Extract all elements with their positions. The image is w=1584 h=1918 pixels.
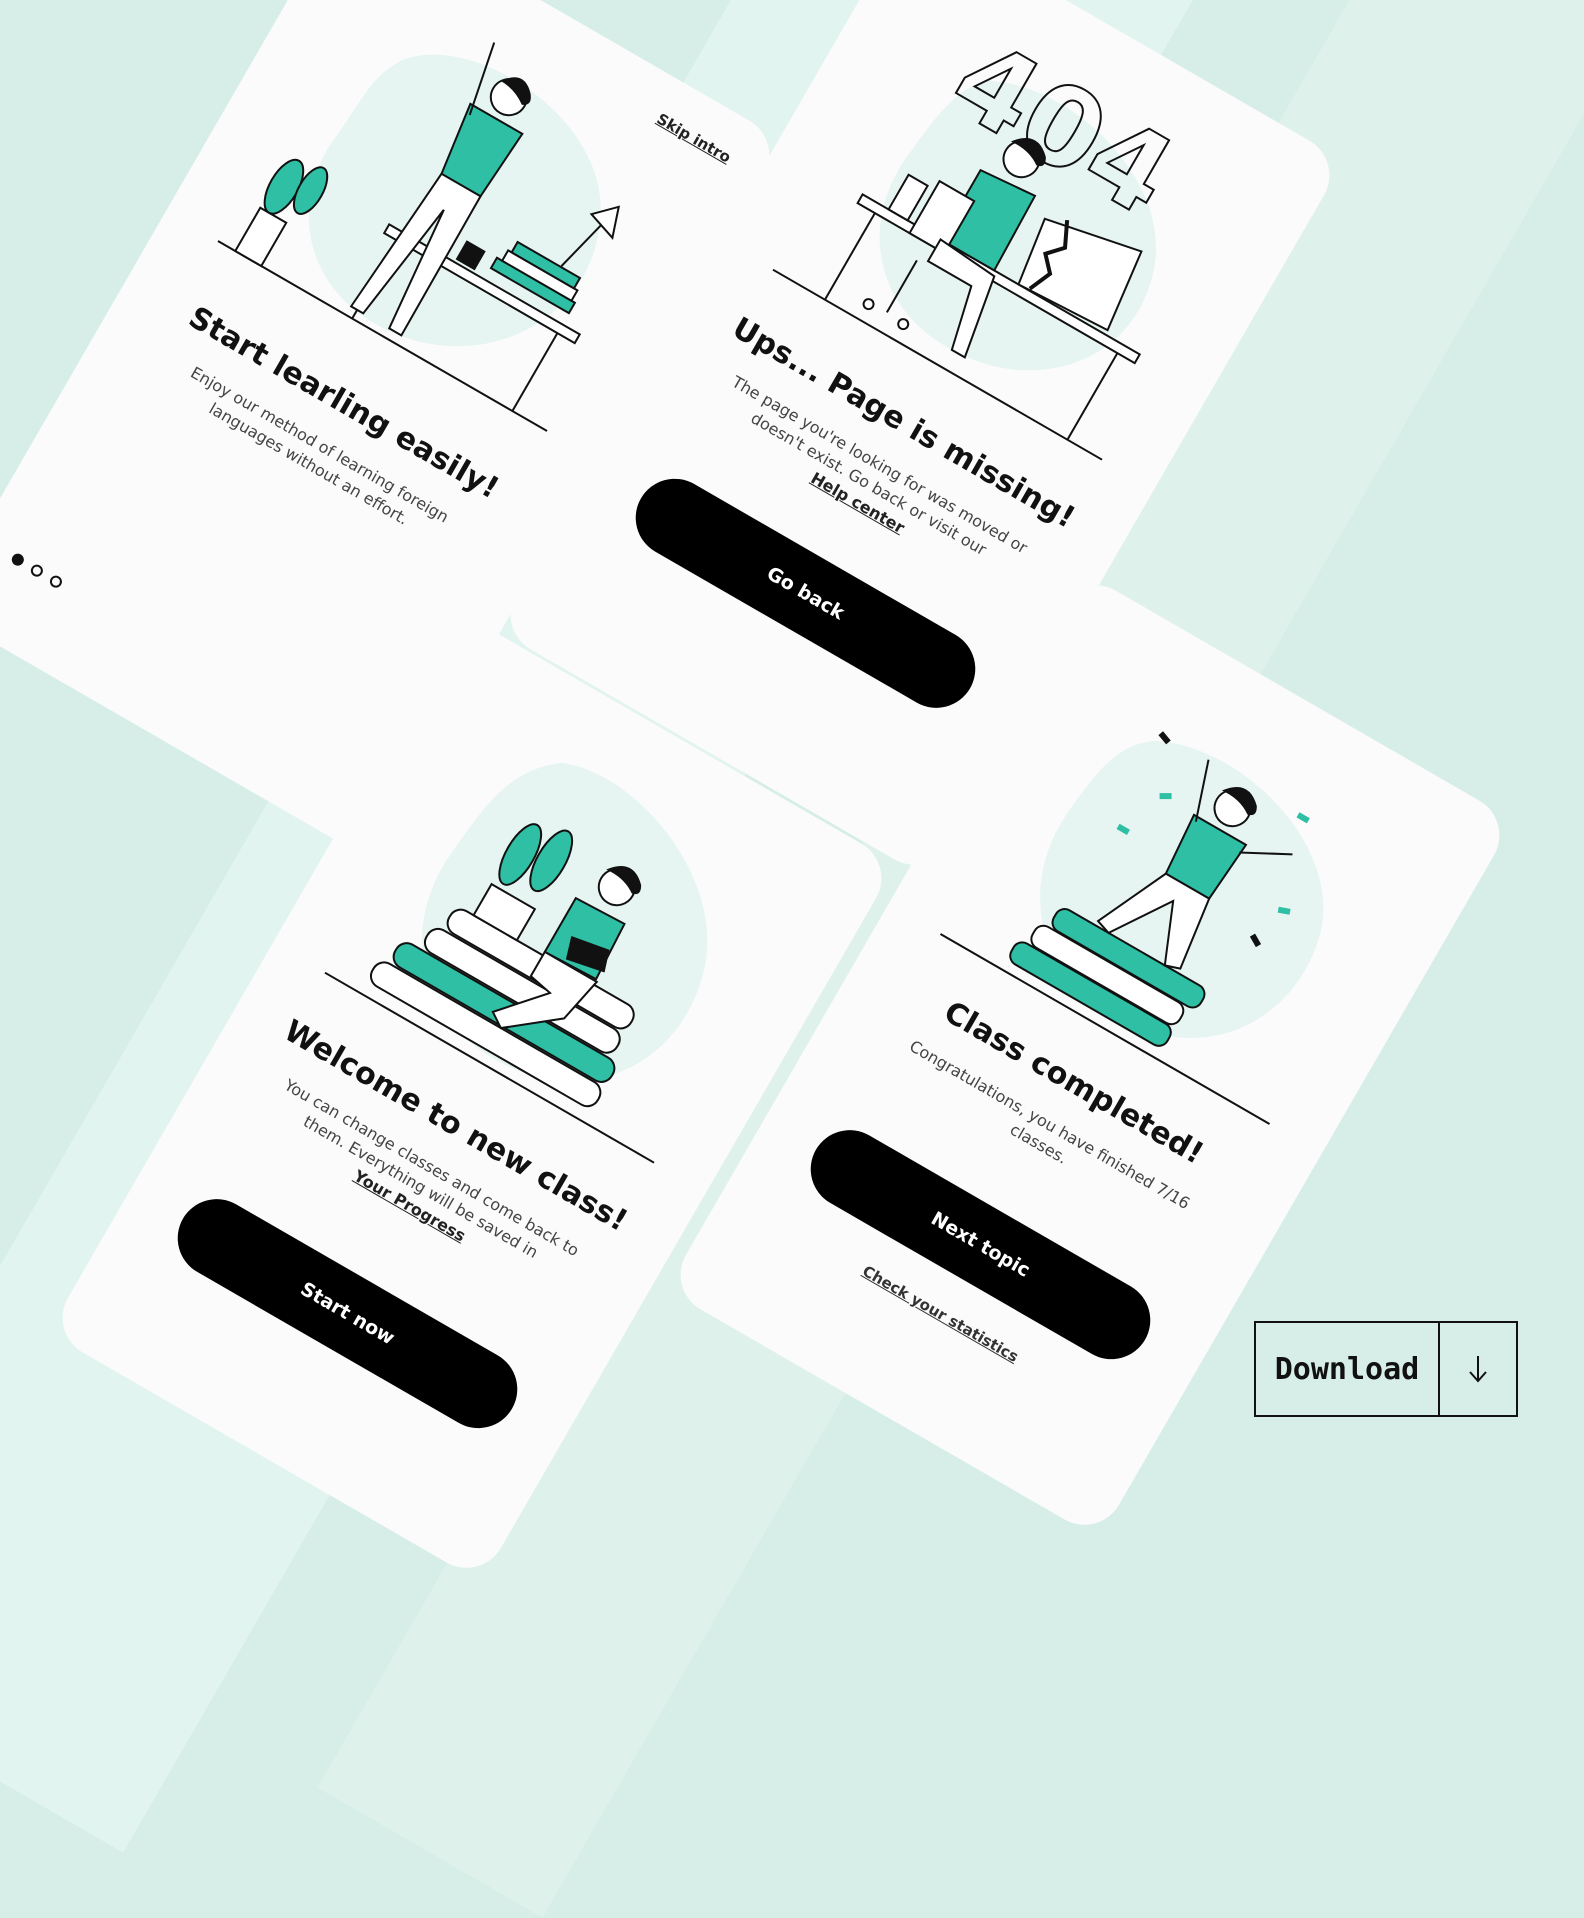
- pager-dots: [9, 551, 65, 590]
- pager-dot[interactable]: [47, 573, 65, 590]
- pager-dot-active[interactable]: [9, 551, 27, 568]
- download-button[interactable]: Download: [1254, 1321, 1518, 1417]
- arrow-down-icon: [1440, 1323, 1516, 1415]
- pager-dot[interactable]: [28, 562, 46, 579]
- download-label: Download: [1256, 1323, 1440, 1415]
